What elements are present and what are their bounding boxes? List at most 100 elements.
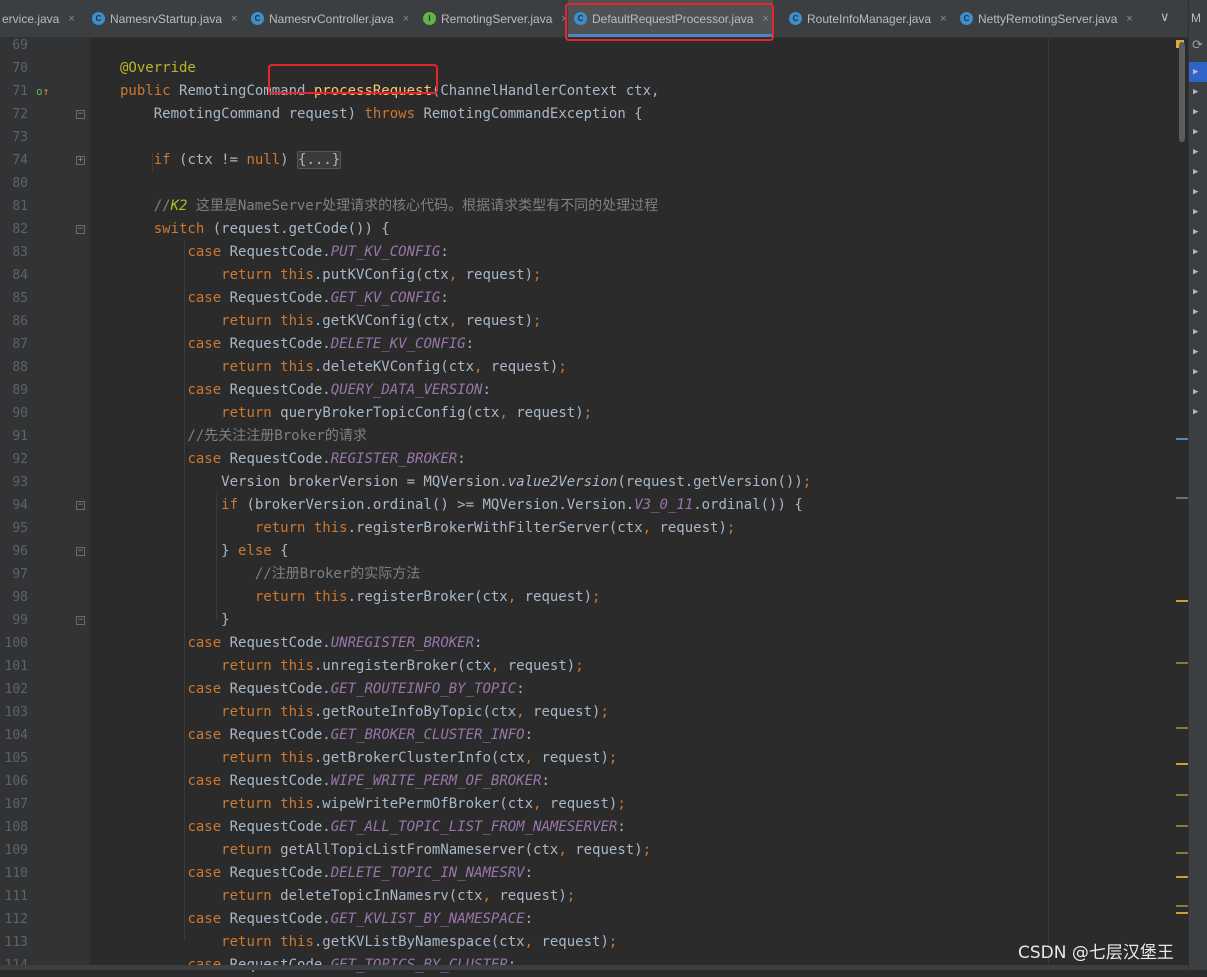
- close-icon[interactable]: ×: [940, 13, 946, 25]
- code-line[interactable]: 92 case RequestCode.REGISTER_BROKER:: [0, 448, 1175, 471]
- tree-expand-icon[interactable]: ▶: [1193, 327, 1198, 337]
- code-line[interactable]: 91 //先关注注册Broker的请求: [0, 425, 1175, 448]
- code-line[interactable]: 103 return this.getRouteInfoByTopic(ctx,…: [0, 701, 1175, 724]
- tree-expand-icon[interactable]: ▶: [1193, 107, 1198, 117]
- code-line[interactable]: 84 return this.putKVConfig(ctx, request)…: [0, 264, 1175, 287]
- line-number[interactable]: 73: [0, 126, 28, 149]
- line-number[interactable]: 102: [0, 678, 28, 701]
- code-line[interactable]: 70 @Override: [0, 57, 1175, 80]
- maven-panel-label[interactable]: M: [1191, 11, 1201, 25]
- code-line[interactable]: 108 case RequestCode.GET_ALL_TOPIC_LIST_…: [0, 816, 1175, 839]
- tree-expand-icon[interactable]: ▶: [1193, 187, 1198, 197]
- stripe-marker[interactable]: [1176, 727, 1188, 729]
- line-number[interactable]: 92: [0, 448, 28, 471]
- fold-toggle-icon[interactable]: −: [76, 501, 85, 510]
- close-icon[interactable]: ×: [231, 13, 237, 25]
- line-number[interactable]: 69: [0, 34, 28, 57]
- line-number[interactable]: 95: [0, 517, 28, 540]
- line-number[interactable]: 110: [0, 862, 28, 885]
- close-icon[interactable]: ×: [1126, 13, 1132, 25]
- code-line[interactable]: 81 //K2 这里是NameServer处理请求的核心代码。根据请求类型有不同…: [0, 195, 1175, 218]
- line-number[interactable]: 84: [0, 264, 28, 287]
- tree-expand-icon[interactable]: ▶: [1193, 307, 1198, 317]
- tree-expand-icon[interactable]: ▶: [1193, 347, 1198, 357]
- line-number[interactable]: 103: [0, 701, 28, 724]
- line-number[interactable]: 108: [0, 816, 28, 839]
- code-line[interactable]: 113 return this.getKVListByNamespace(ctx…: [0, 931, 1175, 954]
- line-number[interactable]: 113: [0, 931, 28, 954]
- fold-toggle-icon[interactable]: −: [76, 110, 85, 119]
- stripe-marker[interactable]: [1176, 825, 1188, 827]
- tab-namesrvcontroller[interactable]: C NamesrvController.java ×: [245, 0, 413, 37]
- stripe-marker[interactable]: [1176, 763, 1188, 765]
- line-number[interactable]: 104: [0, 724, 28, 747]
- tree-expand-icon[interactable]: ▶: [1193, 407, 1198, 417]
- close-icon[interactable]: ×: [561, 13, 567, 25]
- tab-overflow-chevron-icon[interactable]: ∨: [1160, 9, 1170, 25]
- tree-expand-icon[interactable]: ▶: [1193, 227, 1198, 237]
- line-number[interactable]: 71: [0, 80, 28, 103]
- stripe-marker[interactable]: [1176, 794, 1188, 796]
- code-line[interactable]: 93 Version brokerVersion = MQVersion.val…: [0, 471, 1175, 494]
- close-icon[interactable]: ×: [68, 13, 74, 25]
- line-number[interactable]: 101: [0, 655, 28, 678]
- stripe-marker[interactable]: [1176, 876, 1188, 878]
- close-icon[interactable]: ×: [403, 13, 409, 25]
- fold-toggle-icon[interactable]: −: [76, 225, 85, 234]
- line-number[interactable]: 111: [0, 885, 28, 908]
- code-line[interactable]: 96 − } else {: [0, 540, 1175, 563]
- line-number[interactable]: 74: [0, 149, 28, 172]
- line-number[interactable]: 93: [0, 471, 28, 494]
- stripe-marker[interactable]: [1176, 852, 1188, 854]
- tree-expand-icon[interactable]: ▶: [1193, 167, 1198, 177]
- code-line[interactable]: 98 return this.registerBroker(ctx, reque…: [0, 586, 1175, 609]
- line-number[interactable]: 96: [0, 540, 28, 563]
- tree-expand-icon[interactable]: ▶: [1193, 67, 1198, 77]
- editor-scrollbar[interactable]: [1179, 42, 1185, 142]
- tree-expand-icon[interactable]: ▶: [1193, 387, 1198, 397]
- code-line[interactable]: 85 case RequestCode.GET_KV_CONFIG:: [0, 287, 1175, 310]
- fold-toggle-icon[interactable]: +: [76, 156, 85, 165]
- code-line[interactable]: 110 case RequestCode.DELETE_TOPIC_IN_NAM…: [0, 862, 1175, 885]
- line-number[interactable]: 70: [0, 57, 28, 80]
- code-line[interactable]: 101 return this.unregisterBroker(ctx, re…: [0, 655, 1175, 678]
- code-line[interactable]: 83 case RequestCode.PUT_KV_CONFIG:: [0, 241, 1175, 264]
- code-line[interactable]: 111 return deleteTopicInNamesrv(ctx, req…: [0, 885, 1175, 908]
- line-number[interactable]: 105: [0, 747, 28, 770]
- override-gutter-icon[interactable]: o↑: [36, 80, 49, 103]
- line-number[interactable]: 82: [0, 218, 28, 241]
- tree-expand-icon[interactable]: ▶: [1193, 87, 1198, 97]
- line-number[interactable]: 94: [0, 494, 28, 517]
- stripe-marker[interactable]: [1176, 600, 1188, 602]
- code-line[interactable]: 97 //注册Broker的实际方法: [0, 563, 1175, 586]
- line-number[interactable]: 97: [0, 563, 28, 586]
- code-line[interactable]: 112 case RequestCode.GET_KVLIST_BY_NAMES…: [0, 908, 1175, 931]
- tree-expand-icon[interactable]: ▶: [1193, 287, 1198, 297]
- line-number[interactable]: 88: [0, 356, 28, 379]
- line-number[interactable]: 87: [0, 333, 28, 356]
- code-line[interactable]: 82 − switch (request.getCode()) {: [0, 218, 1175, 241]
- code-line[interactable]: 107 return this.wipeWritePermOfBroker(ct…: [0, 793, 1175, 816]
- fold-toggle-icon[interactable]: −: [76, 616, 85, 625]
- code-line[interactable]: 109 return getAllTopicListFromNameserver…: [0, 839, 1175, 862]
- code-line[interactable]: 72 − RemotingCommand request) throws Remo…: [0, 103, 1175, 126]
- close-icon[interactable]: ×: [762, 13, 768, 25]
- stripe-marker[interactable]: [1176, 905, 1188, 907]
- tree-expand-icon[interactable]: ▶: [1193, 367, 1198, 377]
- tree-expand-icon[interactable]: ▶: [1193, 207, 1198, 217]
- fold-toggle-icon[interactable]: −: [76, 547, 85, 556]
- code-line[interactable]: 71 o↑ public RemotingCommand processReques…: [0, 80, 1175, 103]
- line-number[interactable]: 81: [0, 195, 28, 218]
- line-number[interactable]: 107: [0, 793, 28, 816]
- tree-expand-icon[interactable]: ▶: [1193, 127, 1198, 137]
- tree-expand-icon[interactable]: ▶: [1193, 147, 1198, 157]
- stripe-marker[interactable]: [1176, 438, 1188, 440]
- code-line[interactable]: 99 − }: [0, 609, 1175, 632]
- code-line[interactable]: 88 return this.deleteKVConfig(ctx, reque…: [0, 356, 1175, 379]
- tree-expand-icon[interactable]: ▶: [1193, 247, 1198, 257]
- tab-remotingserver[interactable]: I RemotingServer.java ×: [417, 0, 568, 37]
- code-line[interactable]: 105 return this.getBrokerClusterInfo(ctx…: [0, 747, 1175, 770]
- tab-defaultrequestprocessor[interactable]: C DefaultRequestProcessor.java ×: [568, 0, 773, 37]
- line-number[interactable]: 99: [0, 609, 28, 632]
- stripe-marker[interactable]: [1176, 912, 1188, 914]
